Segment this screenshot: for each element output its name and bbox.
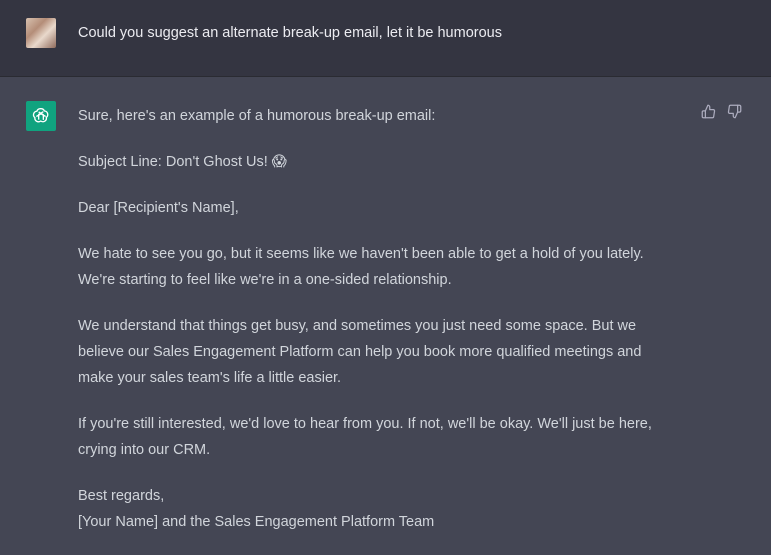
signoff-line-1: Best regards, (78, 488, 165, 504)
openai-logo-icon (26, 101, 56, 131)
paragraph-1-line-1: We hate to see you go, but it seems like… (78, 246, 644, 262)
intro-text: Sure, here's an example of a humorous br… (78, 108, 436, 124)
greeting-text: Dear [Recipient's Name], (78, 200, 239, 216)
paragraph-2-line-3: make your sales team's life a little eas… (78, 370, 342, 386)
feedback-buttons (700, 103, 742, 119)
paragraph-2: We understand that things get busy, and … (78, 313, 688, 391)
subject-line: Subject Line: Don't Ghost Us! 😱 (78, 154, 287, 170)
paragraph-1-line-2: We're starting to feel like we're in a o… (78, 272, 452, 288)
assistant-message: Sure, here's an example of a humorous br… (78, 103, 688, 555)
thumbs-down-icon[interactable] (726, 103, 742, 119)
paragraph-2-line-1: We understand that things get busy, and … (78, 318, 637, 334)
user-message-row: Could you suggest an alternate break-up … (0, 0, 771, 77)
paragraph-3-line-2: crying into our CRM. (78, 442, 211, 458)
paragraph-1: We hate to see you go, but it seems like… (78, 241, 688, 293)
paragraph-3-line-1: If you're still interested, we'd love to… (78, 416, 652, 432)
paragraph-2-line-2: believe our Sales Engagement Platform ca… (78, 344, 642, 360)
signoff: Best regards, [Your Name] and the Sales … (78, 483, 688, 535)
assistant-message-row: Sure, here's an example of a humorous br… (0, 77, 771, 548)
user-avatar (26, 18, 56, 48)
paragraph-3: If you're still interested, we'd love to… (78, 411, 688, 463)
thumbs-up-icon[interactable] (700, 103, 716, 119)
signoff-line-2: [Your Name] and the Sales Engagement Pla… (78, 514, 435, 530)
user-prompt-text: Could you suggest an alternate break-up … (78, 25, 502, 41)
